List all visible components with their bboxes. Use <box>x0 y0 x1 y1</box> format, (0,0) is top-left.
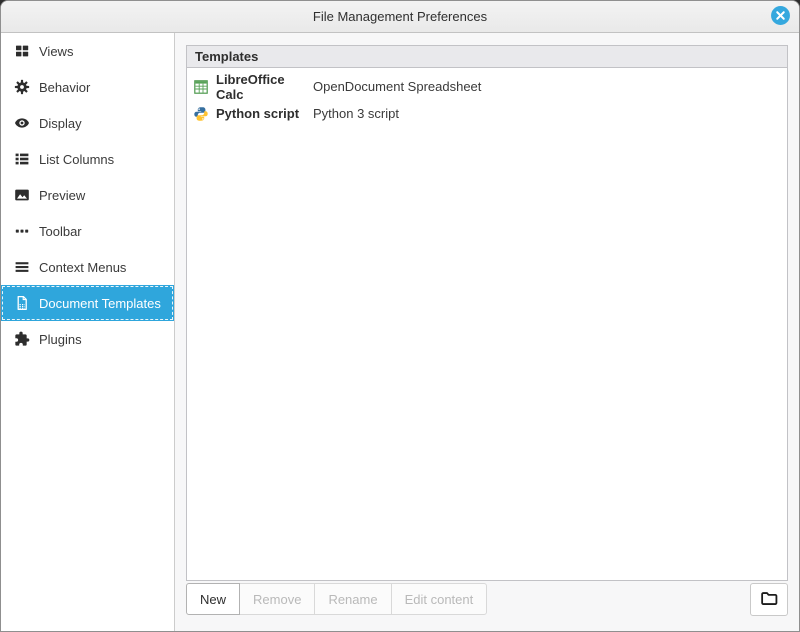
sidebar-item-label: Behavior <box>39 80 90 95</box>
template-actions-bar: New Remove Rename Edit content <box>186 583 788 615</box>
template-row-libreoffice-calc[interactable]: LibreOffice Calc OpenDocument Spreadshee… <box>187 73 787 100</box>
sidebar-item-label: List Columns <box>39 152 114 167</box>
sidebar-item-label: Display <box>39 116 82 131</box>
sidebar-item-label: Plugins <box>39 332 82 347</box>
window-title: File Management Preferences <box>313 9 487 24</box>
template-list: LibreOffice Calc OpenDocument Spreadshee… <box>187 68 787 580</box>
sidebar-item-plugins[interactable]: Plugins <box>1 321 174 357</box>
main-pane: Templates LibreOffice Calc OpenDocumen <box>175 33 799 631</box>
gear-icon <box>14 79 30 95</box>
templates-column-header[interactable]: Templates <box>187 46 787 68</box>
sidebar-item-label: Document Templates <box>39 296 161 311</box>
sidebar-item-display[interactable]: Display <box>1 105 174 141</box>
folder-icon <box>760 589 778 610</box>
document-template-icon <box>14 295 30 311</box>
menu-lines-icon <box>14 259 30 275</box>
sidebar-item-label: Preview <box>39 188 85 203</box>
ellipsis-icon <box>14 223 30 239</box>
edit-content-button[interactable]: Edit content <box>391 583 488 615</box>
sidebar-item-label: Views <box>39 44 73 59</box>
titlebar: File Management Preferences <box>1 1 799 33</box>
close-icon <box>770 5 791 29</box>
close-button[interactable] <box>770 6 791 27</box>
template-name: Python script <box>216 106 313 121</box>
new-template-button[interactable]: New <box>186 583 240 615</box>
puzzle-icon <box>14 331 30 347</box>
sidebar: Views Behavior <box>1 33 175 631</box>
list-columns-icon <box>14 151 30 167</box>
views-grid-icon <box>14 43 30 59</box>
template-row-python-script[interactable]: Python script Python 3 script <box>187 100 787 127</box>
window-content: Views Behavior <box>1 33 799 631</box>
rename-template-button[interactable]: Rename <box>314 583 391 615</box>
sidebar-item-preview[interactable]: Preview <box>1 177 174 213</box>
templates-header-label: Templates <box>195 49 258 64</box>
template-description: OpenDocument Spreadsheet <box>313 79 481 94</box>
sidebar-item-list-columns[interactable]: List Columns <box>1 141 174 177</box>
remove-template-button[interactable]: Remove <box>239 583 315 615</box>
image-icon <box>14 187 30 203</box>
sidebar-item-label: Context Menus <box>39 260 126 275</box>
sidebar-item-context-menus[interactable]: Context Menus <box>1 249 174 285</box>
templates-frame: Templates LibreOffice Calc OpenDocumen <box>186 45 788 581</box>
template-name: LibreOffice Calc <box>216 72 313 102</box>
sidebar-item-behavior[interactable]: Behavior <box>1 69 174 105</box>
sidebar-item-document-templates[interactable]: Document Templates <box>1 285 174 321</box>
template-description: Python 3 script <box>313 106 399 121</box>
sidebar-item-toolbar[interactable]: Toolbar <box>1 213 174 249</box>
eye-icon <box>14 115 30 131</box>
preferences-window: File Management Preferences Views <box>0 0 800 632</box>
sidebar-item-label: Toolbar <box>39 224 82 239</box>
libreoffice-calc-icon <box>193 79 209 95</box>
python-icon <box>193 106 209 122</box>
open-templates-folder-button[interactable] <box>750 583 788 616</box>
sidebar-item-views[interactable]: Views <box>1 33 174 69</box>
